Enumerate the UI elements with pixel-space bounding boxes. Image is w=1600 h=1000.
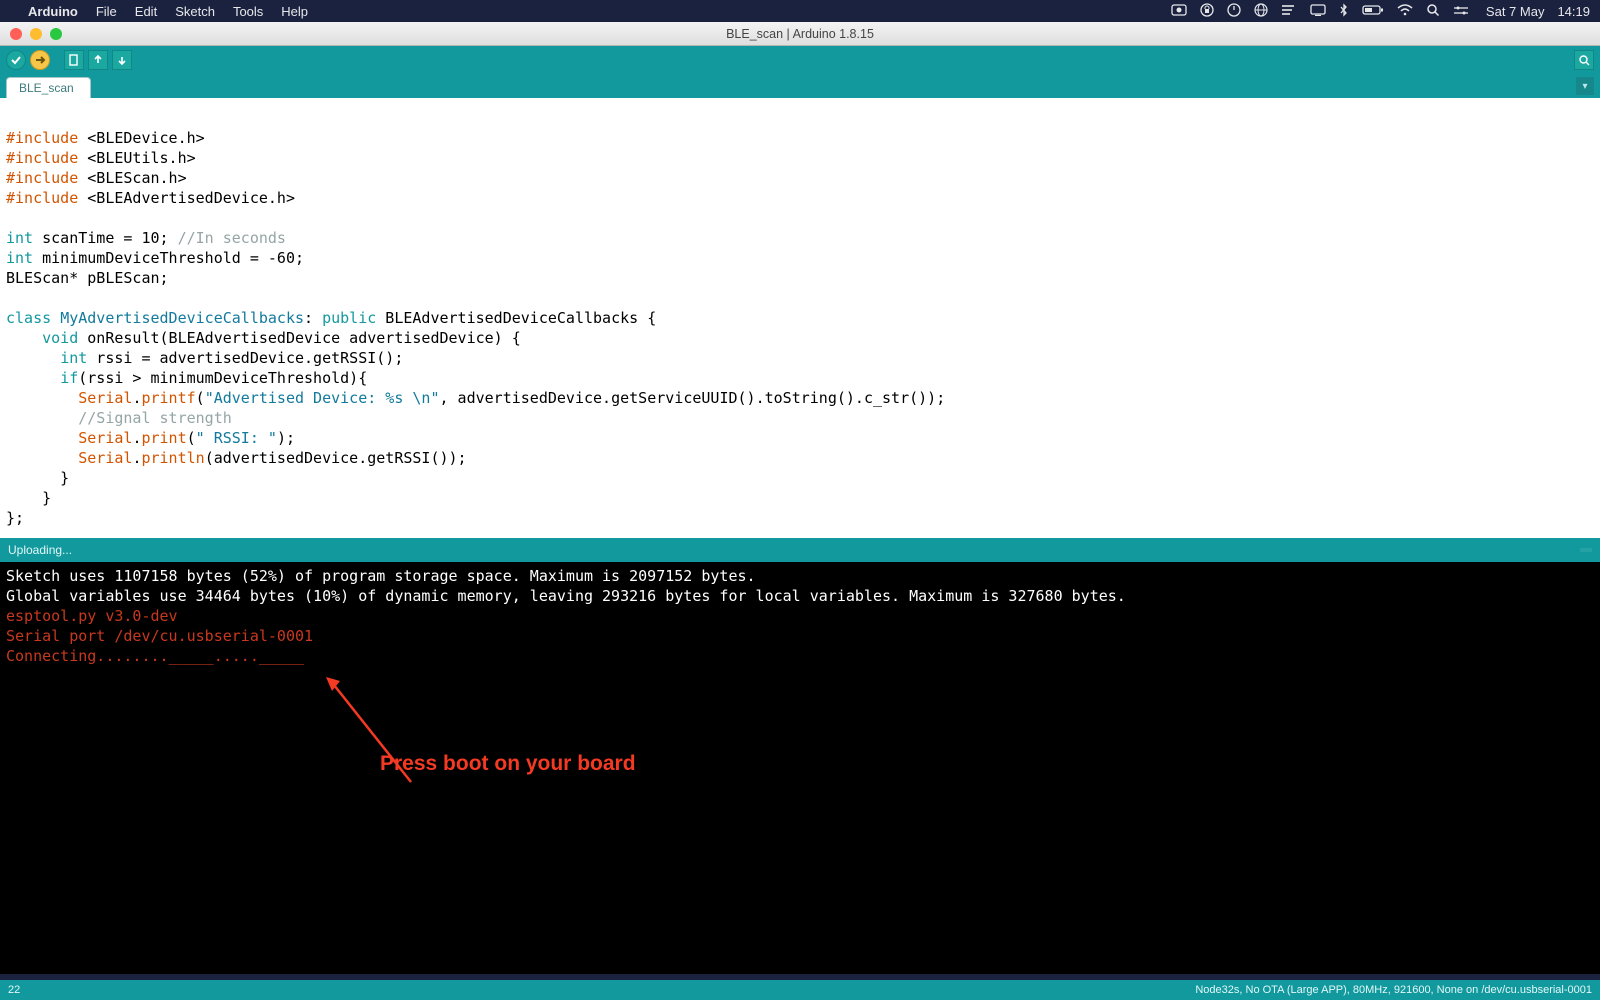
tab-menu-button[interactable]: ▾ xyxy=(1576,77,1594,95)
menu-edit[interactable]: Edit xyxy=(135,4,157,19)
annotation-arrow xyxy=(290,657,426,812)
status-strip: Uploading... xyxy=(0,538,1600,562)
console-output[interactable]: Sketch uses 1107158 bytes (52%) of progr… xyxy=(0,562,1600,974)
code-editor[interactable]: #include <BLEDevice.h> #include <BLEUtil… xyxy=(0,98,1600,538)
arduino-toolbar xyxy=(0,46,1600,74)
board-info: Node32s, No OTA (Large APP), 80MHz, 9216… xyxy=(1195,984,1592,996)
status-text: Uploading... xyxy=(8,543,72,557)
menu-tools[interactable]: Tools xyxy=(233,4,263,19)
annotation-text: Press boot on your board xyxy=(380,754,636,774)
control-center-icon[interactable] xyxy=(1453,4,1469,19)
menubar-time[interactable]: 14:19 xyxy=(1557,4,1590,19)
menu-file[interactable]: File xyxy=(96,4,117,19)
upload-button[interactable] xyxy=(30,50,50,70)
power-icon[interactable] xyxy=(1227,3,1241,20)
window-titlebar: BLE_scan | Arduino 1.8.15 xyxy=(0,22,1600,46)
menu-sketch[interactable]: Sketch xyxy=(175,4,215,19)
lock-icon[interactable] xyxy=(1200,3,1214,20)
list-icon[interactable] xyxy=(1281,4,1297,19)
tab-bar: BLE_scan ▾ xyxy=(0,74,1600,98)
bottom-bar: 22 Node32s, No OTA (Large APP), 80MHz, 9… xyxy=(0,980,1600,1000)
window-title: BLE_scan | Arduino 1.8.15 xyxy=(0,27,1600,41)
app-menu[interactable]: Arduino xyxy=(28,4,78,19)
save-sketch-button[interactable] xyxy=(112,50,132,70)
open-sketch-button[interactable] xyxy=(88,50,108,70)
new-sketch-button[interactable] xyxy=(64,50,84,70)
globe-icon[interactable] xyxy=(1254,3,1268,20)
tab-ble-scan[interactable]: BLE_scan xyxy=(6,77,91,98)
menu-help[interactable]: Help xyxy=(281,4,308,19)
tab-label: BLE_scan xyxy=(19,81,74,95)
serial-monitor-button[interactable] xyxy=(1574,50,1594,70)
wifi-icon[interactable] xyxy=(1397,4,1413,19)
status-progress xyxy=(1580,548,1592,552)
bluetooth-icon[interactable] xyxy=(1339,3,1349,20)
line-number: 22 xyxy=(8,984,20,996)
battery-icon[interactable] xyxy=(1362,4,1384,19)
menubar-date[interactable]: Sat 7 May xyxy=(1486,4,1545,19)
spotlight-icon[interactable] xyxy=(1426,3,1440,20)
verify-button[interactable] xyxy=(6,50,26,70)
mac-menubar: Arduino File Edit Sketch Tools Help xyxy=(0,0,1600,22)
display-icon[interactable] xyxy=(1310,4,1326,19)
zoom-icon[interactable] xyxy=(1171,4,1187,19)
